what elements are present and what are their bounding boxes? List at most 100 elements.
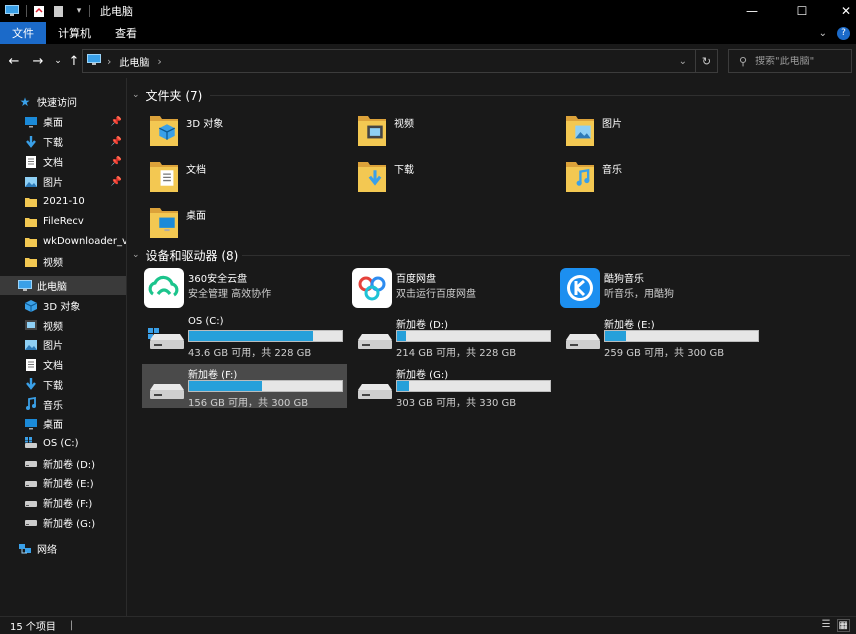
drive-icon — [24, 476, 38, 490]
chevron-down-icon: ⌄ — [132, 250, 140, 260]
search-icon: ⚲ — [739, 54, 748, 68]
this-pc-icon[interactable] — [4, 3, 20, 19]
drive-tile[interactable]: 新加卷 (G:) 303 GB 可用，共 330 GB — [350, 364, 555, 409]
sidebar-item[interactable]: wkDownloader_v1 — [0, 232, 126, 251]
drive-name: 新加卷 (E:) — [604, 320, 655, 331]
devices-group-header[interactable]: ⌄ 设备和驱动器 (8) — [132, 246, 238, 264]
expand-ribbon-icon[interactable]: ⌄ — [819, 28, 827, 39]
sidebar-item-label: 视频 — [43, 321, 63, 333]
folder-tile[interactable]: 3D 对象 — [148, 110, 348, 154]
divider — [242, 255, 850, 256]
forward-button[interactable]: → — [30, 53, 46, 69]
sidebar-network[interactable]: 网络 — [0, 539, 126, 558]
sidebar-item[interactable]: 新加卷 (D:) — [0, 454, 126, 473]
drive-tile[interactable]: 新加卷 (D:) 214 GB 可用，共 228 GB — [350, 314, 555, 359]
sidebar-item[interactable]: 下载 📌 — [0, 132, 126, 151]
app-360-cloud[interactable]: 360安全云盘 安全管理 高效协作 — [142, 268, 347, 312]
sidebar-item-label: 此电脑 — [37, 282, 67, 293]
maximize-button[interactable]: ☐ — [782, 0, 822, 22]
tab-computer[interactable]: 计算机 — [46, 22, 103, 44]
sidebar-item[interactable]: OS (C:) — [0, 434, 126, 453]
breadcrumb-this-pc[interactable]: 此电脑 — [119, 54, 149, 69]
sidebar-item[interactable]: 3D 对象 — [0, 296, 126, 315]
sidebar-item[interactable]: 下载 — [0, 375, 126, 394]
sidebar-item[interactable]: 桌面 📌 — [0, 112, 126, 131]
search-box[interactable]: ⚲ — [728, 49, 852, 73]
sidebar-item[interactable]: 新加卷 (E:) — [0, 473, 126, 492]
sidebar-item[interactable]: 桌面 — [0, 414, 126, 433]
drive-tile[interactable]: 新加卷 (F:) 156 GB 可用，共 300 GB — [142, 364, 347, 409]
app-baidu-netdisk[interactable]: 百度网盘 双击运行百度网盘 — [350, 268, 555, 312]
sidebar-item[interactable]: 新加卷 (F:) — [0, 493, 126, 512]
video-icon — [24, 318, 38, 332]
sidebar-item[interactable]: FileRecv — [0, 212, 126, 231]
folder-label: 3D 对象 — [186, 119, 224, 130]
3d-objects-icon — [148, 110, 182, 150]
refresh-button[interactable]: ↻ — [695, 50, 717, 72]
breadcrumb-separator[interactable]: › — [157, 55, 161, 68]
sidebar-item-label: 图片 — [43, 341, 63, 353]
sidebar-item[interactable]: 视频 — [0, 316, 126, 335]
sidebar-item[interactable]: 音乐 — [0, 395, 126, 414]
drive-name: 新加卷 (G:) — [396, 370, 449, 381]
drive-icon — [24, 515, 38, 529]
drive-icon — [356, 328, 394, 350]
this-pc-icon — [87, 53, 101, 69]
back-button[interactable]: ← — [6, 53, 22, 69]
sidebar-item[interactable]: 视频 — [0, 252, 126, 271]
folder-tile[interactable]: 文档 — [148, 156, 348, 200]
sidebar-item[interactable]: 新加卷 (G:) — [0, 513, 126, 532]
large-icons-view-icon[interactable]: ▦ — [836, 619, 850, 632]
close-button[interactable]: ✕ — [826, 0, 856, 22]
picture-icon — [564, 110, 598, 150]
tab-file[interactable]: 文件 — [0, 22, 46, 44]
folder-tile[interactable]: 图片 — [564, 110, 764, 154]
title-bar: ▾ 此电脑 — ☐ ✕ — [0, 0, 856, 22]
sidebar-item[interactable]: 图片 📌 — [0, 172, 126, 191]
music-icon — [564, 156, 598, 196]
sidebar-item[interactable]: 2021-10 — [0, 192, 126, 211]
drive-icon — [24, 496, 38, 510]
group-title: 文件夹 (7) — [145, 88, 203, 103]
folder-label: 下载 — [394, 165, 414, 176]
this-pc-icon — [18, 279, 32, 293]
video-icon — [356, 110, 390, 150]
drive-tile[interactable]: OS (C:) 43.6 GB 可用，共 228 GB — [142, 314, 347, 359]
folders-group-header[interactable]: ⌄ 文件夹 (7) — [132, 86, 202, 104]
sidebar-item-label: FileRecv — [43, 216, 84, 227]
divider — [210, 95, 850, 96]
document-icon — [148, 156, 182, 196]
item-count: 15 个项目 — [10, 622, 56, 633]
drive-usage-bar — [396, 380, 551, 392]
search-input[interactable] — [755, 55, 846, 67]
address-dropdown-icon[interactable]: ⌄ — [679, 56, 687, 67]
app-kugou[interactable]: 酷狗音乐 听音乐，用酷狗 — [558, 268, 763, 312]
folder-tile[interactable]: 视频 — [356, 110, 556, 154]
window-title: 此电脑 — [100, 5, 133, 18]
sidebar-item[interactable]: 文档 — [0, 355, 126, 374]
sidebar-quick-access[interactable]: ★ 快速访问 — [0, 92, 126, 111]
help-icon[interactable]: ? — [837, 26, 850, 40]
folder-tile[interactable]: 桌面 — [148, 202, 348, 246]
tab-view[interactable]: 查看 — [103, 22, 149, 44]
drive-tile[interactable]: 新加卷 (E:) 259 GB 可用，共 300 GB — [558, 314, 763, 359]
new-folder-icon[interactable] — [51, 3, 67, 19]
folder-tile[interactable]: 音乐 — [564, 156, 764, 200]
sidebar-this-pc[interactable]: 此电脑 — [0, 276, 126, 295]
details-view-icon[interactable]: ☰ — [822, 619, 831, 632]
recent-locations-icon[interactable]: ⌄ — [50, 53, 66, 69]
document-icon — [24, 358, 38, 372]
sidebar-item[interactable]: 图片 — [0, 335, 126, 354]
music-icon — [24, 397, 38, 411]
up-button[interactable]: ↑ — [66, 53, 82, 69]
customize-toolbar-icon[interactable]: ▾ — [71, 3, 87, 19]
address-bar[interactable]: › 此电脑 › ⌄ ↻ — [82, 49, 718, 73]
minimize-button[interactable]: — — [732, 0, 772, 22]
os-drive-icon — [148, 328, 186, 350]
breadcrumb-separator[interactable]: › — [107, 55, 111, 68]
sidebar-item-label: 新加卷 (G:) — [43, 518, 96, 530]
folder-tile[interactable]: 下载 — [356, 156, 556, 200]
app-description: 安全管理 高效协作 — [188, 289, 272, 300]
sidebar-item[interactable]: 文档 📌 — [0, 152, 126, 171]
properties-icon[interactable] — [31, 3, 47, 19]
